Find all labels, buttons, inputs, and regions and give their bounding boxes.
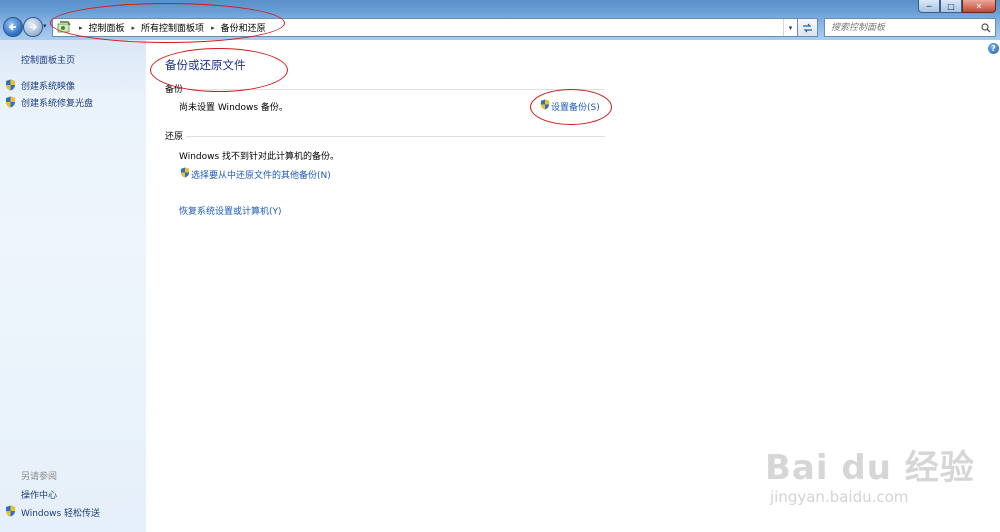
- address-dropdown-button[interactable]: ▾: [783, 19, 797, 36]
- search-box[interactable]: [824, 18, 996, 37]
- refresh-button[interactable]: [798, 18, 818, 37]
- recent-pages-dropdown[interactable]: ▾: [43, 22, 47, 30]
- sidebar-item-action-center[interactable]: 操作中心: [21, 488, 57, 501]
- uac-shield-icon: [540, 99, 550, 110]
- maximize-button[interactable]: □: [940, 0, 962, 13]
- backup-status-text: 尚未设置 Windows 备份。: [179, 103, 288, 113]
- sidebar-item-create-repair-disc[interactable]: 创建系统修复光盘: [21, 96, 93, 109]
- see-also-heading: 另请参阅: [21, 472, 58, 482]
- sidebar-item-create-system-image[interactable]: 创建系统映像: [21, 79, 75, 92]
- baidu-jingyan-watermark: Bai du 经验 jingyan.baidu.com: [765, 430, 985, 520]
- backup-section-heading: 备份: [165, 85, 184, 95]
- section-divider: [186, 136, 605, 137]
- sidebar-item-easy-transfer[interactable]: Windows 轻松传送: [21, 506, 100, 519]
- sidebar-item-home[interactable]: 控制面板主页: [21, 53, 75, 66]
- uac-shield-icon: [6, 505, 15, 517]
- breadcrumb-separator[interactable]: ▸: [79, 24, 83, 32]
- breadcrumb-backup-restore[interactable]: 备份和还原: [221, 21, 266, 34]
- watermark-logo: Bai du 经验: [765, 448, 975, 488]
- breadcrumb-separator[interactable]: ▸: [211, 24, 215, 32]
- window-chrome: ─ □ ✕ ▾ ▸ 控制面板 ▸ 所有控制面板项 ▸ 备份和还原 ▾: [0, 0, 1000, 40]
- search-icon[interactable]: [981, 22, 991, 33]
- breadcrumb-all-items[interactable]: 所有控制面板项: [141, 21, 204, 34]
- chevron-down-icon: ▾: [788, 23, 793, 32]
- restore-status-text: Windows 找不到针对此计算机的备份。: [179, 152, 340, 162]
- uac-shield-icon: [180, 167, 190, 178]
- forward-arrow-icon: [30, 23, 38, 31]
- forward-button[interactable]: [23, 17, 43, 37]
- close-button[interactable]: ✕: [962, 0, 996, 13]
- restore-section-heading: 还原: [165, 132, 184, 142]
- select-other-backup-link[interactable]: 选择要从中还原文件的其他备份(N): [191, 168, 331, 181]
- back-button[interactable]: [3, 17, 23, 37]
- watermark-url: jingyan.baidu.com: [770, 488, 909, 506]
- help-button[interactable]: ?: [988, 43, 999, 54]
- refresh-icon: [803, 23, 812, 32]
- recover-system-link[interactable]: 恢复系统设置或计算机(Y): [179, 204, 282, 217]
- breadcrumb-control-panel[interactable]: 控制面板: [89, 21, 125, 34]
- address-bar[interactable]: ▸ 控制面板 ▸ 所有控制面板项 ▸ 备份和还原 ▾: [52, 18, 798, 37]
- back-arrow-icon: [8, 23, 16, 31]
- minimize-button[interactable]: ─: [918, 0, 940, 13]
- setup-backup-link[interactable]: 设置备份(S): [551, 100, 600, 113]
- sidebar: 控制面板主页 创建系统映像 创建系统修复光盘 另请参阅 操作中心 Windows…: [0, 40, 146, 532]
- search-input[interactable]: [831, 19, 981, 36]
- breadcrumb-separator[interactable]: ▸: [132, 24, 136, 32]
- uac-shield-icon: [6, 96, 15, 108]
- uac-shield-icon: [6, 79, 15, 91]
- control-panel-icon: [56, 21, 72, 35]
- section-divider: [188, 89, 605, 90]
- page-title: 备份或还原文件: [165, 58, 246, 72]
- window-controls: ─ □ ✕: [918, 0, 996, 13]
